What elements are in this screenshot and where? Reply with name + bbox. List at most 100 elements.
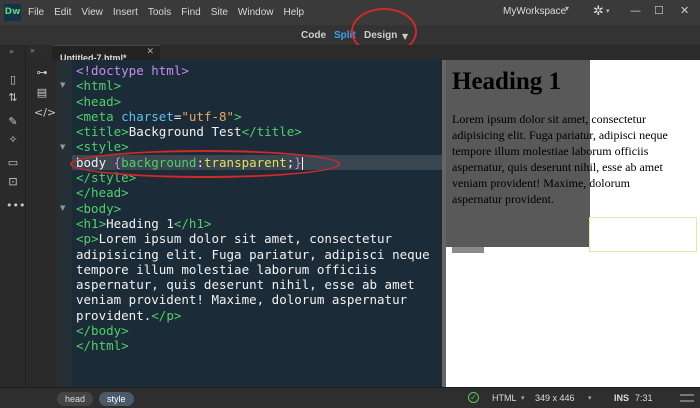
preview-paragraph-line: aspernatur, quis deserunt nihil, esse ab… (452, 160, 663, 174)
gear-caret-icon[interactable]: ▾ (606, 7, 610, 15)
fold-arrow-icon[interactable]: ▼ (60, 143, 65, 151)
menu-view[interactable]: View (76, 7, 108, 18)
more-icon[interactable]: ••• (6, 199, 25, 213)
cursor-position: 7:31 (635, 393, 653, 403)
lint-ok-icon[interactable]: ✓ (468, 392, 479, 403)
code-token: charset (121, 108, 174, 124)
menu-list: File Edit View Insert Tools Find Site Window Hel… (23, 0, 309, 25)
code-token: Heading 1 (106, 215, 174, 231)
workspace-switcher[interactable]: MyWorkspace (503, 6, 566, 17)
code-line[interactable]: provident.</p> (72, 308, 442, 323)
code-token: Background Test (128, 124, 242, 140)
code-token: veniam provident! Maxime, dolorum aspern… (76, 292, 408, 308)
preview-paragraph-line: Lorem ipsum dolor sit amet, consectetur (452, 112, 646, 126)
code-line[interactable]: </head> (72, 185, 442, 200)
menu-help[interactable]: Help (279, 7, 310, 18)
menu-file[interactable]: File (23, 7, 49, 18)
code-line[interactable]: </html> (72, 338, 442, 353)
workspace-caret-icon[interactable]: ▾ (565, 4, 569, 13)
code-token: <title> (76, 124, 129, 140)
menubar: Dw File Edit View Insert Tools Find Site Window… (0, 0, 700, 25)
inspect-icon[interactable]: ▤ (34, 85, 50, 101)
code-line[interactable]: <head> (72, 94, 442, 109)
code-line[interactable]: <title>Background Test</title> (72, 124, 442, 139)
window-size-caret-icon[interactable]: ▾ (588, 394, 592, 402)
breadcrumb-head[interactable]: head (57, 392, 94, 406)
status-bar: head style ✓ HTML ▾ 349 x 446 ▾ INS 7:31 (0, 387, 700, 408)
doctype-caret-icon[interactable]: ▾ (521, 394, 525, 402)
menu-tools[interactable]: Tools (143, 7, 176, 18)
left-toolbar: » ▯ ⇅ ✎ ✧ ▭ ⊡ ••• (0, 45, 26, 387)
menu-window[interactable]: Window (233, 7, 279, 18)
element-tag-handle[interactable] (452, 247, 484, 253)
tab-close-icon[interactable]: ✕ (146, 47, 154, 57)
document-tab-bar: » Untitled-7.html* ✕ (27, 45, 700, 63)
document-tab[interactable]: Untitled-7.html* ✕ (52, 45, 160, 63)
preview-paragraph-line: tempore illum molestiae laborum officiis (452, 144, 649, 158)
menu-site[interactable]: Site (206, 7, 233, 18)
code-token: </title> (241, 124, 302, 140)
file-icon[interactable]: ▯ (6, 73, 20, 87)
code-token: <!doctype html> (76, 63, 189, 78)
minimize-icon[interactable]: — (630, 4, 641, 17)
code-tools-panel: ⊶ ▤ </> (27, 60, 57, 387)
fold-arrow-icon[interactable]: ▼ (60, 204, 65, 212)
breadcrumb-style[interactable]: style (99, 392, 134, 406)
code-line[interactable]: <meta charset="utf-8"> (72, 109, 442, 124)
brush-icon[interactable]: ✎ (6, 115, 20, 129)
preview-heading: Heading 1 (452, 68, 562, 95)
close-icon[interactable]: ✕ (680, 4, 689, 17)
element-outline (589, 217, 697, 252)
code-token: </h1> (173, 215, 212, 231)
code-token: aspernatur, quis deserunt nihil, esse ab… (76, 277, 415, 293)
code-token: Lorem ipsum dolor sit amet, consectetur (98, 231, 393, 247)
collapse-icon[interactable]: » (9, 47, 14, 56)
code-line[interactable]: <html> (72, 78, 442, 93)
resize-grip-icon[interactable] (680, 394, 694, 402)
code-token: </p> (151, 307, 182, 323)
maximize-icon[interactable]: ☐ (654, 4, 664, 17)
fold-gutter: ▼ ▼ ▼ (57, 60, 72, 387)
comment-icon[interactable]: ⊡ (6, 175, 20, 189)
menu-find[interactable]: Find (176, 7, 205, 18)
code-line[interactable]: <h1>Heading 1</h1> (72, 216, 442, 231)
code-hint-icon[interactable]: ✧ (6, 133, 20, 147)
fold-arrow-icon[interactable]: ▼ (60, 81, 65, 89)
window-size-selector[interactable]: 349 x 446 (535, 393, 575, 403)
code-line[interactable]: <p>Lorem ipsum dolor sit amet, consectet… (72, 231, 442, 246)
preview-paragraph: Lorem ipsum dolor sit amet, consectetur a… (452, 111, 700, 207)
code-token: adipisicing elit. Fuga pariatur, adipisc… (76, 246, 430, 262)
code-token: </body> (76, 323, 129, 339)
code-token: <head> (76, 93, 122, 109)
code-view-button[interactable]: Code (301, 30, 326, 41)
code-line[interactable]: tempore illum molestiae laborum officiis (72, 262, 442, 277)
dom-tree-icon[interactable]: ⊶ (34, 65, 50, 81)
preview-paragraph-line: adipisicing elit. Fuga pariatur, adipisc… (452, 128, 668, 142)
app-logo: Dw (4, 4, 21, 21)
code-line[interactable]: veniam provident! Maxime, dolorum aspern… (72, 292, 442, 307)
code-line[interactable]: aspernatur, quis deserunt nihil, esse ab… (72, 277, 442, 292)
insert-mode-indicator[interactable]: INS (614, 393, 629, 403)
code-editor[interactable]: <!doctype html> <html> <head> <meta charset… (72, 60, 442, 387)
swap-icon[interactable]: ⇅ (6, 91, 20, 105)
gear-icon[interactable]: ✲ (593, 4, 604, 19)
code-line[interactable]: <body> (72, 201, 442, 216)
view-switcher-bar: Code Split Design ▼ (0, 25, 700, 45)
preview-paragraph-line: aspernatur provident. (452, 192, 554, 206)
code-line[interactable]: </body> (72, 323, 442, 338)
code-token: <body> (76, 200, 122, 216)
code-token: <p> (76, 231, 99, 247)
chat-icon[interactable]: ▭ (6, 156, 20, 170)
doctype-selector[interactable]: HTML (492, 393, 517, 403)
code-token: <h1> (76, 215, 107, 231)
code-token: "utf-8" (181, 108, 235, 124)
live-design-view[interactable]: Heading 1 Lorem ipsum dolor sit amet, co… (446, 60, 700, 387)
code-line[interactable]: <!doctype html> (72, 63, 442, 78)
menu-insert[interactable]: Insert (108, 7, 143, 18)
code-token: </head> (76, 185, 129, 201)
menu-edit[interactable]: Edit (49, 7, 76, 18)
code-line[interactable]: adipisicing elit. Fuga pariatur, adipisc… (72, 247, 442, 262)
panel-collapse-icon[interactable]: » (30, 46, 35, 55)
preview-paragraph-line: veniam provident! Maxime, dolorum (452, 176, 630, 190)
code-tag-icon[interactable]: </> (34, 105, 56, 121)
